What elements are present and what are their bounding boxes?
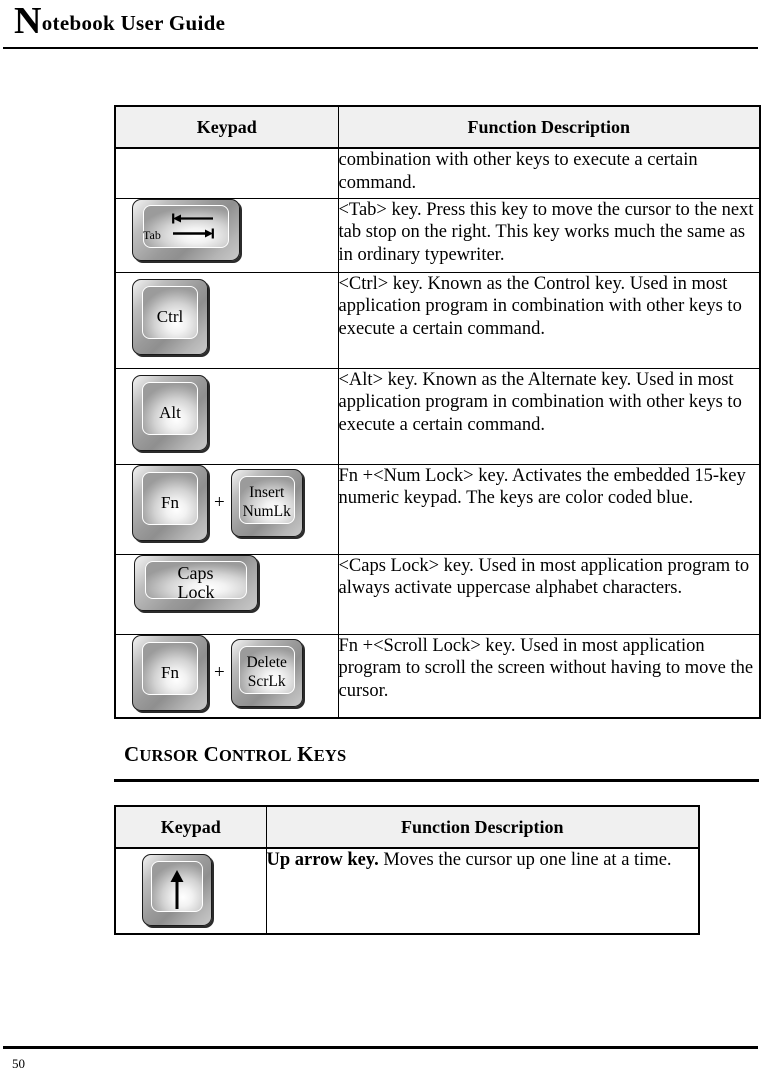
scrolllock-key-label-line2: ScrLk: [247, 672, 286, 690]
page-title-dropcap: N: [14, 0, 42, 42]
table-header-row: Keypad Function Description: [114, 805, 700, 849]
caps-lock-key-label-line2: Lock: [177, 581, 215, 602]
caps-lock-key-icon: Caps Lock: [134, 554, 258, 611]
up-arrow-key-icon: [142, 854, 212, 926]
description-cell: Fn +<Scroll Lock> key. Used in most appl…: [337, 633, 761, 719]
keypad-cell-alt: Alt: [114, 367, 339, 465]
keypad-cell-fn-scrolllock: Fn + Delete ScrLk: [114, 633, 339, 719]
plus-sign: +: [214, 492, 225, 513]
numlock-key-label-line1: Insert: [249, 484, 285, 502]
modifier-keys-table: Keypad Function Description combination …: [114, 105, 761, 719]
ctrl-key-label: Ctrl: [156, 306, 184, 326]
section-heading-cursor-control-keys: CURSOR CONTROL KEYS: [124, 742, 346, 767]
keypad-cell-fn-numlock: Fn + Insert NumLk: [114, 463, 339, 555]
table-row: Alt <Alt> key. Known as the Alternate ke…: [114, 367, 761, 465]
cursor-keys-table: Keypad Function Description Up arrow key…: [114, 805, 700, 935]
fn-key-label: Fn: [161, 662, 179, 682]
tab-key-label: Tab: [143, 227, 161, 242]
description-cell: <Ctrl> key. Known as the Control key. Us…: [337, 271, 761, 369]
description-cell: <Alt> key. Known as the Alternate key. U…: [337, 367, 761, 465]
section-heading-word1-rest: URSOR: [139, 746, 199, 765]
section-heading-word3-first: K: [297, 742, 314, 766]
up-arrow-glyph-icon: [170, 870, 184, 909]
description-lead-bold: Up arrow key.: [266, 850, 379, 870]
section-heading-word1-first: C: [124, 742, 140, 766]
alt-key-label: Alt: [159, 402, 181, 422]
table-row: Up arrow key. Moves the cursor up one li…: [114, 847, 700, 935]
table-row: Fn + Delete ScrLk Fn +<Scroll Lock> key.…: [114, 633, 761, 719]
description-text: Moves the cursor up one line at a time.: [378, 850, 672, 870]
caps-lock-key-label: Caps Lock: [178, 564, 215, 601]
page-title-text: otebook User Guide: [41, 11, 226, 35]
description-cell: <Tab> key. Press this key to move the cu…: [337, 197, 761, 273]
column-header-keypad: Keypad: [114, 805, 267, 849]
scrolllock-key-label: Delete ScrLk: [246, 654, 286, 691]
fn-key-icon: Fn: [132, 464, 208, 541]
description-cell: <Caps Lock> key. Used in most applicatio…: [337, 553, 761, 635]
table-row: Fn + Insert NumLk Fn +<Num Lock> key. Ac…: [114, 463, 761, 555]
plus-sign: +: [214, 662, 225, 683]
fn-key-icon: Fn: [132, 634, 208, 711]
column-header-function-description: Function Description: [265, 805, 700, 849]
keypad-cell-up-arrow: [114, 847, 267, 935]
table-row: Caps Lock <Caps Lock> key. Used in most …: [114, 553, 761, 635]
ctrl-key-icon: Ctrl: [132, 278, 208, 355]
alt-key-icon: Alt: [132, 374, 208, 451]
tab-right-arrow-icon: [173, 228, 214, 238]
section-heading-word2-first: C: [203, 742, 219, 766]
page-title: Notebook User Guide: [14, 2, 225, 40]
header-divider: [3, 47, 758, 49]
table-row: Ctrl <Ctrl> key. Known as the Control ke…: [114, 271, 761, 369]
description-cell: combination with other keys to execute a…: [337, 147, 761, 199]
column-header-function-description: Function Description: [337, 105, 761, 149]
page-number: 50: [12, 1056, 25, 1071]
numlock-key-label: Insert NumLk: [243, 484, 291, 521]
scrolllock-key-label-line1: Delete: [246, 654, 287, 672]
description-cell: Fn +<Num Lock> key. Activates the embedd…: [337, 463, 761, 555]
numlock-key-icon: Insert NumLk: [230, 468, 303, 537]
caps-lock-key-label-line1: Caps: [177, 563, 214, 584]
description-cell: Up arrow key. Moves the cursor up one li…: [265, 847, 700, 935]
table-row: combination with other keys to execute a…: [114, 147, 761, 199]
table-header-row: Keypad Function Description: [114, 105, 761, 149]
fn-key-label: Fn: [161, 492, 179, 512]
keypad-cell-ctrl: Ctrl: [114, 271, 339, 369]
keypad-cell-tab: Tab: [114, 197, 339, 273]
column-header-keypad: Keypad: [114, 105, 339, 149]
page-header: Notebook User Guide: [0, 0, 761, 50]
keypad-cell-empty: [114, 147, 339, 199]
tab-left-arrow-icon: [172, 213, 213, 223]
table-row: Tab <Tab> key. Press this key to move th…: [114, 197, 761, 273]
numlock-key-label-line2: NumLk: [242, 502, 291, 520]
tab-key-icon: Tab: [132, 198, 240, 261]
keypad-cell-caps-lock: Caps Lock: [114, 553, 339, 635]
footer-divider: [3, 1046, 758, 1049]
section-heading-divider: [114, 779, 759, 782]
scrolllock-key-icon: Delete ScrLk: [230, 638, 303, 707]
section-heading-word2-rest: ONTROL: [218, 746, 292, 765]
section-heading-word3-rest: EYS: [313, 746, 347, 765]
